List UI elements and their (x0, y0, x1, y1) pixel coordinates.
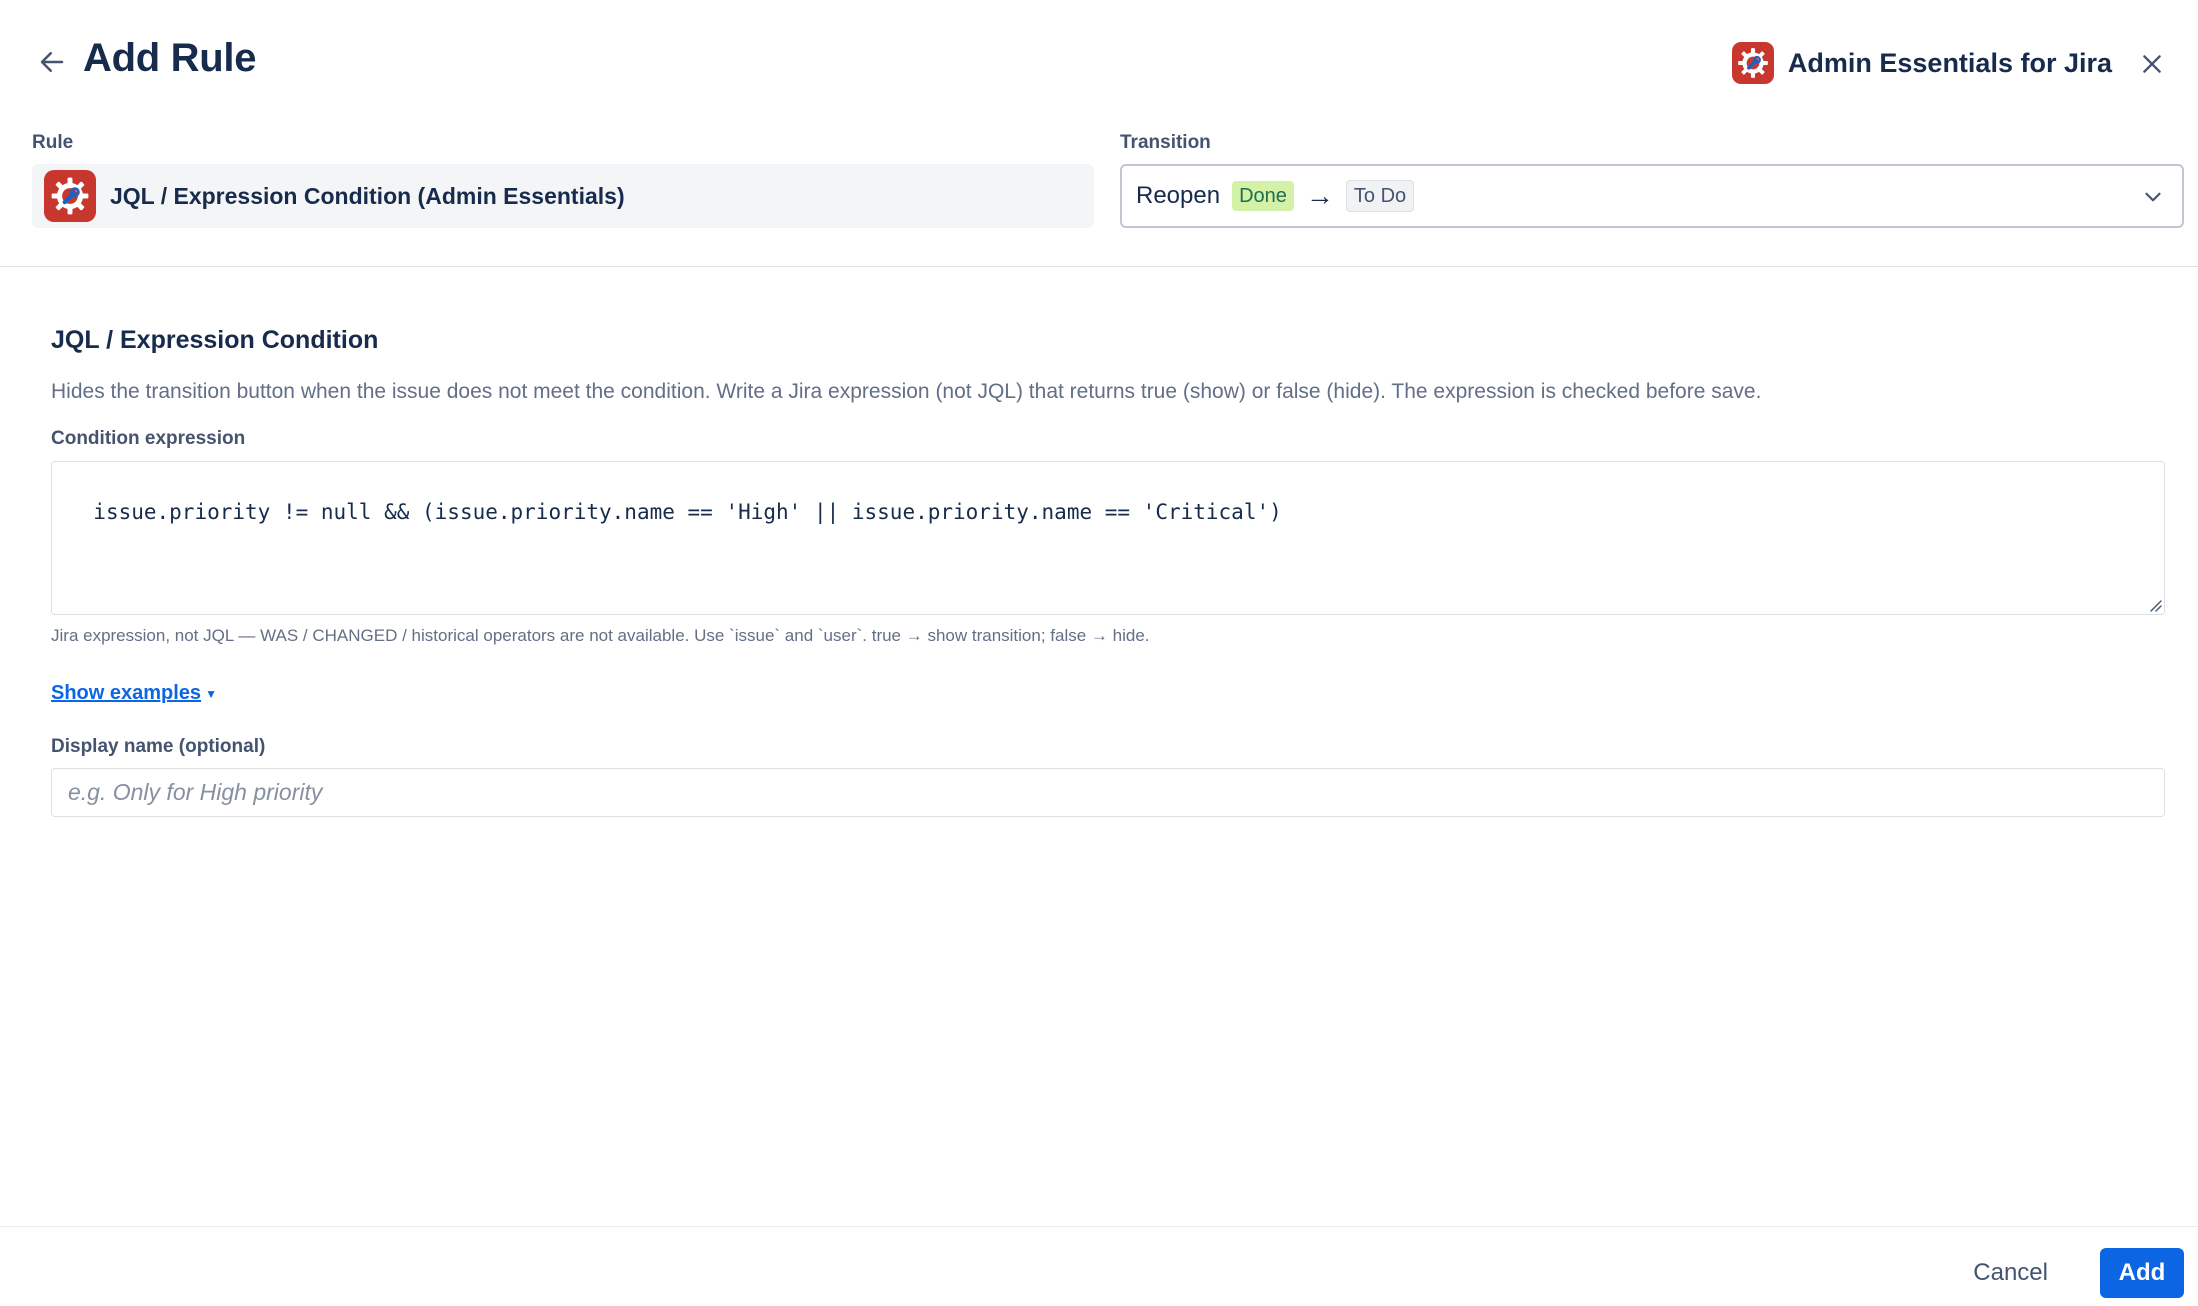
status-lozenge-from: Done (1232, 181, 1294, 211)
rule-label: Rule (32, 132, 74, 153)
brand: Admin Essentials for Jira (1731, 42, 2112, 84)
close-button[interactable] (2132, 44, 2172, 84)
arrow-right-icon: → (1305, 180, 1334, 211)
modal-header: Add Rule Admin Essentials for Jira (0, 0, 2198, 126)
transition-label: Transition (1120, 132, 1211, 153)
status-lozenge-to: To Do (1345, 180, 1415, 212)
display-name-label: Display name (optional) (51, 736, 266, 757)
show-examples-link[interactable]: Show examples ▼ (51, 682, 217, 705)
transition-name: Reopen (1136, 182, 1221, 209)
condition-expression-value: issue.priority != null && (issue.priorit… (93, 500, 1282, 524)
display-name-placeholder: e.g. Only for High priority (68, 779, 323, 805)
rule-field: JQL / Expression Condition (Admin Essent… (32, 164, 1094, 228)
close-icon (2143, 55, 2161, 73)
add-button[interactable]: Add (2100, 1248, 2184, 1298)
back-button[interactable] (32, 42, 72, 82)
chevron-down-icon (2145, 192, 2161, 202)
section-title: JQL / Expression Condition (51, 326, 379, 354)
divider (0, 266, 2198, 267)
rule-app-icon (44, 170, 96, 222)
modal-footer: Cancel Add (0, 1226, 2198, 1306)
arrow-left-icon (40, 52, 64, 72)
cancel-button[interactable]: Cancel (1957, 1248, 2064, 1298)
transition-select[interactable]: Reopen Done → To Do (1120, 164, 2184, 228)
gear-wrench-icon (51, 177, 89, 215)
section-description: Hides the transition button when the iss… (51, 380, 1762, 403)
app-logo-icon (1731, 42, 1774, 84)
caret-down-icon: ▼ (205, 686, 217, 701)
brand-name: Admin Essentials for Jira (1787, 47, 2112, 78)
gear-wrench-icon (1738, 48, 1768, 78)
page-title: Add Rule (83, 36, 257, 80)
resize-grip-icon[interactable] (2146, 596, 2162, 612)
show-examples-label: Show examples (51, 682, 202, 704)
rule-name: JQL / Expression Condition (Admin Essent… (110, 182, 625, 209)
display-name-input[interactable]: e.g. Only for High priority (51, 768, 2165, 817)
condition-expression-textarea[interactable]: issue.priority != null && (issue.priorit… (51, 461, 2165, 615)
condition-help-text: Jira expression, not JQL — WAS / CHANGED… (51, 626, 1150, 645)
condition-expression-label: Condition expression (51, 428, 246, 449)
